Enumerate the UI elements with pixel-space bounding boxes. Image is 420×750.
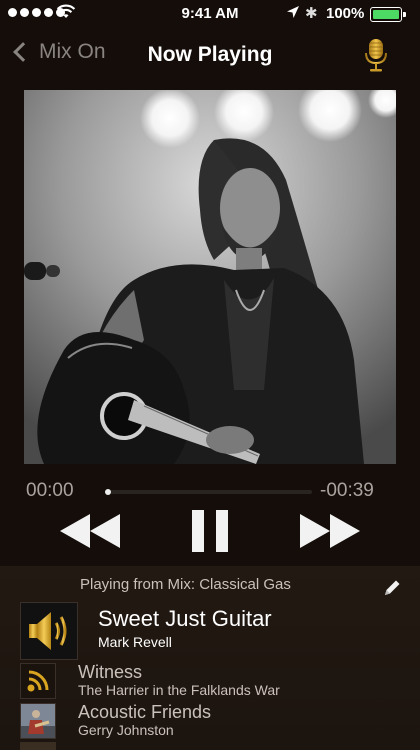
- track-artist: The Harrier in the Falklands War: [78, 682, 280, 698]
- queue-item[interactable]: Acoustic Friends Gerry Johnston: [0, 702, 420, 740]
- album-art: [20, 742, 56, 750]
- progress-slider[interactable]: [105, 489, 312, 495]
- rewind-icon[interactable]: [58, 511, 122, 551]
- album-artwork: [24, 90, 396, 464]
- track-artist: Gerry Johnston: [78, 722, 174, 738]
- speaker-icon: [20, 602, 78, 660]
- album-art: [20, 703, 56, 739]
- pencil-icon[interactable]: [382, 578, 402, 598]
- fast-forward-icon[interactable]: [298, 511, 362, 551]
- transport-controls: [0, 508, 420, 558]
- playback-progress-row: 00:00 -00:39: [0, 478, 420, 504]
- status-bar: 9:41 AM ✱ 100%: [0, 0, 420, 28]
- queue-item[interactable]: [0, 742, 420, 750]
- pause-icon[interactable]: [190, 508, 230, 554]
- nav-bar: Mix On Now Playing: [0, 28, 420, 84]
- page-title: Now Playing: [147, 43, 273, 66]
- queue-item-current[interactable]: Sweet Just Guitar Mark Revell: [0, 602, 420, 660]
- location-icon: [287, 6, 299, 18]
- elapsed-time: 00:00: [26, 480, 74, 501]
- queue-item[interactable]: Witness The Harrier in the Falklands War: [0, 662, 420, 700]
- guitarist-photo: [24, 90, 396, 464]
- playing-from-label: Playing from Mix: Classical Gas: [80, 576, 291, 593]
- queue-panel: Playing from Mix: Classical Gas Sweet Ju…: [0, 566, 420, 750]
- progress-knob[interactable]: [105, 489, 111, 495]
- battery-percent: 100%: [326, 5, 365, 22]
- track-title: Acoustic Friends: [78, 702, 212, 722]
- remaining-time: -00:39: [320, 480, 374, 501]
- battery-icon: [370, 7, 406, 22]
- track-artist: Mark Revell: [98, 634, 172, 650]
- track-title: Witness: [78, 662, 143, 682]
- bluetooth-icon: ✱: [305, 5, 318, 22]
- podcast-icon: [20, 663, 56, 699]
- track-title: Sweet Just Guitar: [98, 606, 272, 631]
- microphone-icon[interactable]: [364, 38, 388, 72]
